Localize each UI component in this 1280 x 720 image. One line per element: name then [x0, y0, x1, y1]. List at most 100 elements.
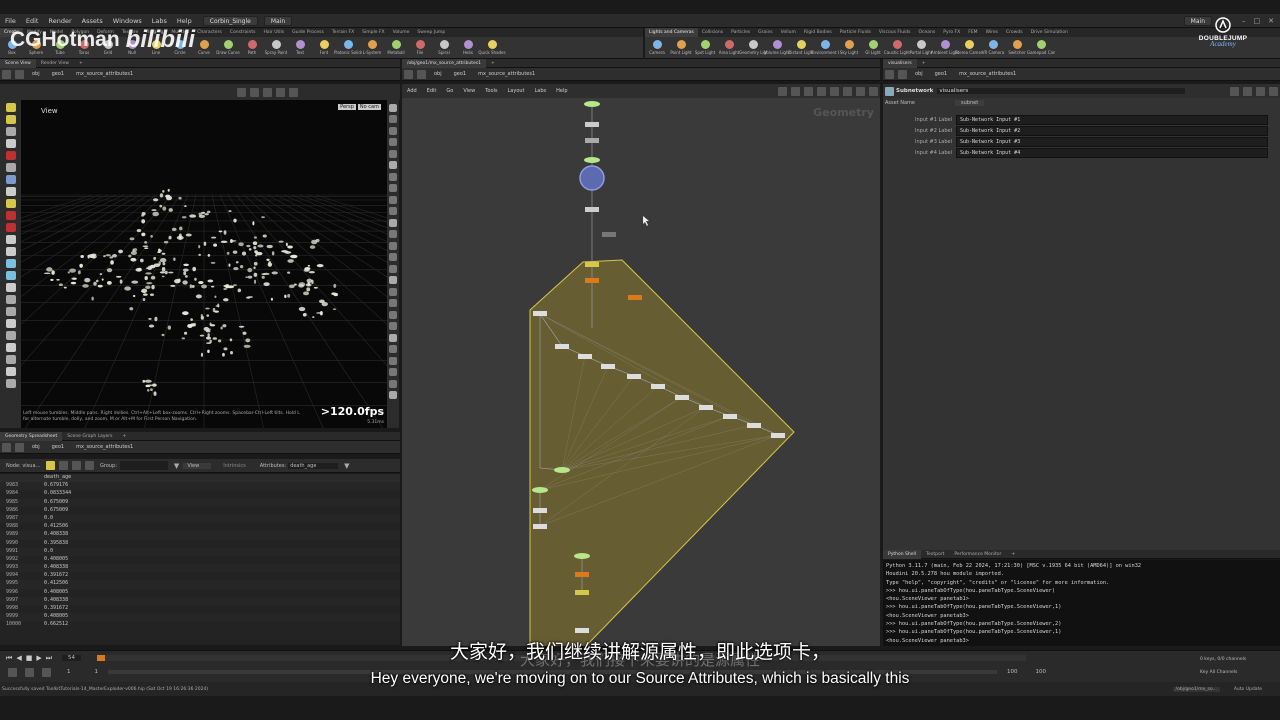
tab-geometry-spreadsheet[interactable]: Geometry Spreadsheet [0, 431, 63, 441]
network-node[interactable] [533, 524, 547, 529]
shelf-tool-button[interactable]: Sky Light [837, 37, 861, 59]
display-options-icon[interactable] [237, 87, 246, 97]
wrench-icon[interactable] [778, 86, 787, 96]
forward-arrow-icon[interactable] [417, 69, 426, 79]
breadcrumb-geo1[interactable]: geo1 [46, 441, 71, 454]
display-option-icon[interactable] [389, 299, 397, 307]
forward-arrow-icon[interactable] [15, 69, 24, 79]
display-option-icon[interactable] [389, 195, 397, 204]
network-node[interactable] [699, 405, 713, 410]
breadcrumb-geo1[interactable]: geo1 [46, 68, 71, 81]
persp-menu[interactable]: Persp [338, 104, 356, 110]
viewport-tool-icon[interactable] [5, 343, 16, 352]
net-menu-help[interactable]: Help [551, 84, 572, 98]
network-node[interactable] [584, 101, 600, 107]
shelf-tool-button[interactable]: GI Light [861, 37, 885, 59]
filter-icon[interactable]: ▼ [344, 462, 349, 470]
shelf-tool-button[interactable]: Caustic Light [884, 37, 910, 59]
help-icon[interactable] [1243, 86, 1252, 96]
breadcrumb-obj[interactable]: obj [428, 68, 448, 81]
shelf-tool-button[interactable]: Portal Light [909, 37, 933, 59]
camera-menu[interactable]: No cam [357, 104, 381, 110]
net-menu-go[interactable]: Go [441, 84, 458, 98]
viewport-tool-icon[interactable] [5, 139, 16, 148]
camera-icon[interactable] [289, 87, 298, 97]
shelf-tool-button[interactable]: Text [288, 37, 312, 59]
display-option-icon[interactable] [389, 172, 397, 181]
display-option-icon[interactable] [389, 161, 397, 169]
desktop-dropdown[interactable]: Corbin_Single [202, 15, 258, 26]
add-tab-icon[interactable]: + [118, 432, 132, 441]
viewport-tool-icon[interactable] [5, 103, 16, 112]
wireframe-icon[interactable] [250, 87, 259, 97]
display-option-icon[interactable] [389, 276, 397, 284]
network-node[interactable] [575, 590, 589, 595]
net-menu-tools[interactable]: Tools [480, 84, 502, 98]
add-tab-icon[interactable]: + [486, 59, 500, 68]
shelf-tool-button[interactable]: Camera [645, 37, 669, 59]
net-menu-labs[interactable]: Labs [530, 84, 552, 98]
viewport-tool-icon[interactable] [5, 319, 16, 328]
python-shell-output[interactable]: Python 3.11.7 (main, Feb 22 2024, 17:21:… [883, 560, 1280, 646]
tab-parameters[interactable]: visualisers [883, 58, 917, 68]
viewport-tool-icon[interactable] [5, 379, 16, 388]
viewport-tool-icon[interactable] [5, 367, 16, 376]
group-field[interactable] [119, 461, 168, 470]
display-option-icon[interactable] [389, 230, 397, 238]
help-icon[interactable] [869, 86, 878, 96]
network-node[interactable] [532, 487, 548, 493]
shelf-tool-button[interactable]: Curve [192, 37, 216, 59]
parm-field[interactable]: Sub-Network Input #3 [956, 136, 1268, 147]
shelf-tool-button[interactable]: Point Light [669, 37, 693, 59]
breadcrumb-node[interactable]: mx_source_attributes1 [70, 68, 139, 81]
display-option-icon[interactable] [389, 356, 397, 365]
shelf-tool-button[interactable]: Environment Light [811, 37, 839, 59]
shelf-tool-button[interactable]: Ambient Light [931, 37, 959, 59]
viewport-tool-icon[interactable] [5, 235, 16, 244]
viewport-tool-icon[interactable] [5, 283, 16, 292]
parm-field[interactable]: Sub-Network Input #1 [956, 114, 1268, 125]
breadcrumb-obj[interactable]: obj [26, 441, 46, 454]
back-arrow-icon[interactable] [2, 442, 11, 452]
viewport-tool-icon[interactable] [5, 187, 16, 196]
forward-arrow-icon[interactable] [15, 442, 24, 452]
shelf-tool-button[interactable]: Draw Curve [216, 37, 240, 59]
shelf-tool-button[interactable]: Path [240, 37, 264, 59]
display-option-icon[interactable] [389, 149, 397, 158]
shelf-tool-button[interactable]: Gamepad Camera [1027, 37, 1055, 59]
network-node[interactable] [601, 364, 615, 369]
network-node[interactable] [675, 395, 689, 400]
add-tab-icon[interactable]: + [1006, 550, 1020, 559]
breadcrumb-node[interactable]: mx_source_attributes1 [70, 441, 139, 454]
network-node[interactable] [723, 414, 737, 419]
tab-performance-monitor[interactable]: Performance Monitor [949, 550, 1006, 559]
viewport-tool-icon[interactable] [5, 307, 16, 316]
display-option-icon[interactable] [389, 333, 397, 342]
tab-render-view[interactable]: Render View [36, 59, 74, 68]
scene-viewport[interactable]: View Persp No cam >120.0fps 5.31ms Left … [21, 100, 387, 428]
network-node[interactable] [651, 384, 665, 389]
viewport-tool-icon[interactable] [5, 355, 16, 364]
viewport-tool-icon[interactable] [5, 175, 16, 184]
network-editor[interactable]: Geometry [402, 98, 880, 646]
add-tab-icon[interactable]: + [74, 59, 88, 68]
column-header[interactable]: death_age [44, 474, 71, 482]
intrinsics-dropdown[interactable]: Intrinsics [223, 463, 246, 469]
shelf-tool-button[interactable]: Helix [456, 37, 480, 59]
display-option-icon[interactable] [389, 138, 397, 146]
network-node[interactable] [585, 138, 599, 143]
network-node[interactable] [555, 344, 569, 349]
shelf-tool-button[interactable]: Geometry Light [739, 37, 767, 59]
info-icon[interactable] [1256, 86, 1265, 96]
network-node-selected[interactable] [579, 165, 605, 191]
shelf-tool-button[interactable]: Stereo Camera [955, 37, 983, 59]
viewport-tool-icon[interactable] [5, 127, 16, 136]
shelf-tool-button[interactable]: Volume Light [764, 37, 790, 59]
display-option-icon[interactable] [389, 103, 397, 112]
network-node[interactable] [584, 157, 600, 163]
display-option-icon[interactable] [389, 184, 397, 192]
display-option-icon[interactable] [389, 322, 397, 330]
sticky-note-icon[interactable] [843, 86, 852, 96]
back-arrow-icon[interactable] [885, 69, 894, 79]
network-node[interactable] [578, 354, 592, 359]
